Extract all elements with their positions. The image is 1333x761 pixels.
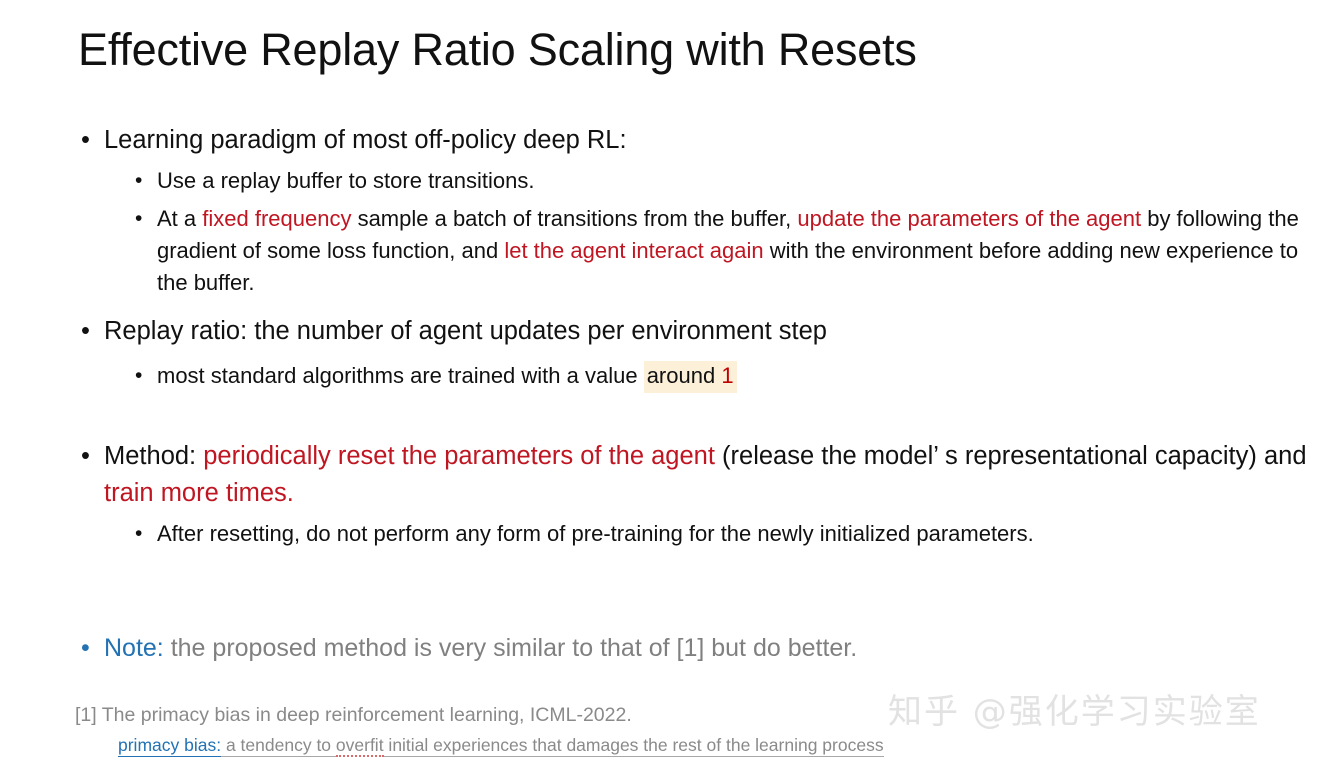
- slide-body: • Learning paradigm of most off-policy d…: [78, 122, 1318, 666]
- slide-canvas: Effective Replay Ratio Scaling with Rese…: [0, 0, 1333, 761]
- footnote-definition-part1: a tendency to: [221, 735, 336, 757]
- bullet-dot-icon: •: [135, 169, 143, 192]
- watermark: 知乎 @强化学习实验室: [888, 692, 1261, 732]
- note-line: • Note: the proposed method is very simi…: [78, 630, 1318, 666]
- bullet-dot-icon: •: [135, 364, 143, 387]
- emphasis-fixed-frequency: fixed frequency: [202, 206, 352, 231]
- bullet-learning-paradigm-text: Learning paradigm of most off-policy dee…: [104, 126, 627, 154]
- footnote-term-link[interactable]: primacy bias:: [118, 735, 222, 757]
- highlight-value: 1: [721, 363, 734, 388]
- bullet-most-standard-algorithms: • most standard algorithms are trained w…: [78, 360, 1318, 393]
- emphasis-train-more-times: train more times.: [104, 479, 294, 507]
- bullet-after-resetting-text: After resetting, do not perform any form…: [157, 521, 1034, 546]
- bullet-dot-icon: •: [81, 317, 90, 345]
- text-segment: (release the model’ s representational c…: [714, 442, 1307, 470]
- text-segment: Method:: [104, 442, 204, 470]
- bullet-dot-icon: •: [135, 207, 143, 230]
- text-segment: most standard algorithms are trained wit…: [157, 363, 644, 388]
- page-title: Effective Replay Ratio Scaling with Rese…: [78, 24, 917, 75]
- emphasis-interact-again: let the agent interact again: [504, 238, 764, 263]
- bullet-replay-ratio: • Replay ratio: the number of agent upda…: [78, 313, 1318, 350]
- bullet-dot-icon: •: [81, 634, 90, 662]
- bullet-learning-paradigm: • Learning paradigm of most off-policy d…: [78, 122, 1318, 159]
- note-label: Note:: [104, 634, 164, 662]
- footnote-misspelled-word: overfit: [335, 735, 384, 757]
- bullet-method: • Method: periodically reset the paramet…: [78, 438, 1318, 512]
- bullet-dot-icon: •: [81, 442, 90, 470]
- bullet-dot-icon: •: [81, 126, 90, 154]
- text-segment: sample a batch of transitions from the b…: [351, 206, 798, 231]
- text-segment: At a: [157, 206, 203, 231]
- emphasis-periodically-reset: periodically reset the parameters of the…: [203, 442, 715, 470]
- note-text: the proposed method is very similar to t…: [163, 634, 858, 662]
- bullet-replay-ratio-text: Replay ratio: the number of agent update…: [104, 317, 827, 345]
- bullet-use-replay-buffer-text: Use a replay buffer to store transitions…: [157, 168, 535, 193]
- bullet-use-replay-buffer: • Use a replay buffer to store transitio…: [78, 165, 1318, 197]
- emphasis-update-parameters: update the parameters of the agent: [797, 206, 1142, 231]
- bullet-fixed-frequency: • At a fixed frequency sample a batch of…: [78, 203, 1318, 299]
- highlight-text: around: [646, 363, 722, 388]
- highlight-around-one: around 1: [643, 361, 737, 393]
- footnote-definition: primacy bias: a tendency to overfit init…: [118, 733, 1325, 757]
- bullet-after-resetting: • After resetting, do not perform any fo…: [78, 518, 1318, 550]
- bullet-dot-icon: •: [135, 522, 143, 545]
- footnote-definition-part2: initial experiences that damages the res…: [383, 735, 884, 757]
